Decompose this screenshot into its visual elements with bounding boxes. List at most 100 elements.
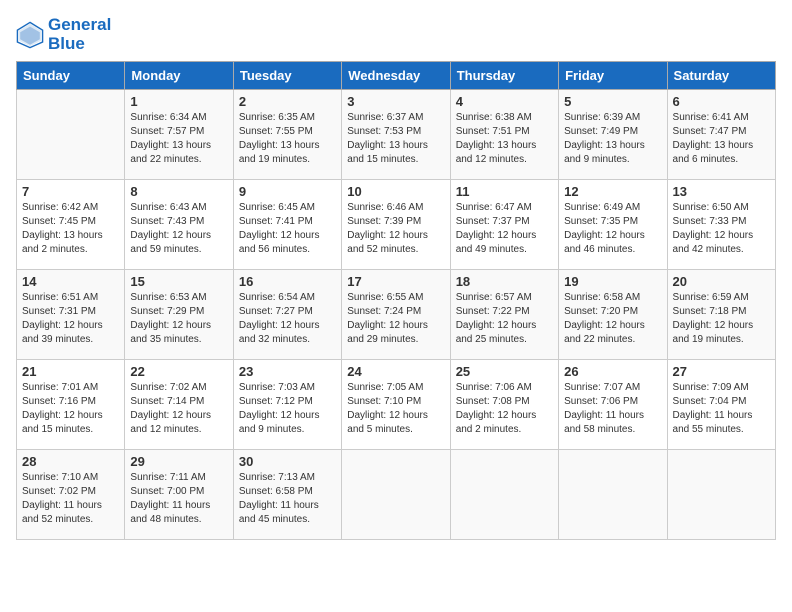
calendar-cell: 25 Sunrise: 7:06 AMSunset: 7:08 PMDaylig… <box>450 360 558 450</box>
day-info: Sunrise: 6:49 AMSunset: 7:35 PMDaylight:… <box>564 201 661 257</box>
day-number: 28 <box>22 454 119 469</box>
day-info: Sunrise: 6:37 AMSunset: 7:53 PMDaylight:… <box>347 111 444 167</box>
day-info: Sunrise: 6:35 AMSunset: 7:55 PMDaylight:… <box>239 111 336 167</box>
day-info: Sunrise: 6:54 AMSunset: 7:27 PMDaylight:… <box>239 291 336 347</box>
logo-text: General Blue <box>48 16 111 53</box>
calendar-cell: 17 Sunrise: 6:55 AMSunset: 7:24 PMDaylig… <box>342 270 450 360</box>
calendar-cell: 3 Sunrise: 6:37 AMSunset: 7:53 PMDayligh… <box>342 90 450 180</box>
day-number: 12 <box>564 184 661 199</box>
week-row-1: 1 Sunrise: 6:34 AMSunset: 7:57 PMDayligh… <box>17 90 776 180</box>
day-info: Sunrise: 7:11 AMSunset: 7:00 PMDaylight:… <box>130 471 227 527</box>
calendar-cell: 4 Sunrise: 6:38 AMSunset: 7:51 PMDayligh… <box>450 90 558 180</box>
day-info: Sunrise: 6:34 AMSunset: 7:57 PMDaylight:… <box>130 111 227 167</box>
calendar-cell <box>450 450 558 540</box>
calendar-cell: 6 Sunrise: 6:41 AMSunset: 7:47 PMDayligh… <box>667 90 775 180</box>
calendar-cell: 11 Sunrise: 6:47 AMSunset: 7:37 PMDaylig… <box>450 180 558 270</box>
calendar-cell: 1 Sunrise: 6:34 AMSunset: 7:57 PMDayligh… <box>125 90 233 180</box>
calendar-cell: 22 Sunrise: 7:02 AMSunset: 7:14 PMDaylig… <box>125 360 233 450</box>
day-number: 27 <box>673 364 770 379</box>
day-number: 20 <box>673 274 770 289</box>
day-info: Sunrise: 6:43 AMSunset: 7:43 PMDaylight:… <box>130 201 227 257</box>
calendar-cell: 14 Sunrise: 6:51 AMSunset: 7:31 PMDaylig… <box>17 270 125 360</box>
calendar-cell: 24 Sunrise: 7:05 AMSunset: 7:10 PMDaylig… <box>342 360 450 450</box>
day-info: Sunrise: 7:03 AMSunset: 7:12 PMDaylight:… <box>239 381 336 437</box>
calendar-cell: 19 Sunrise: 6:58 AMSunset: 7:20 PMDaylig… <box>559 270 667 360</box>
calendar-cell: 12 Sunrise: 6:49 AMSunset: 7:35 PMDaylig… <box>559 180 667 270</box>
week-row-4: 21 Sunrise: 7:01 AMSunset: 7:16 PMDaylig… <box>17 360 776 450</box>
day-number: 7 <box>22 184 119 199</box>
calendar-cell <box>667 450 775 540</box>
day-number: 23 <box>239 364 336 379</box>
day-info: Sunrise: 6:58 AMSunset: 7:20 PMDaylight:… <box>564 291 661 347</box>
day-number: 24 <box>347 364 444 379</box>
calendar-cell: 13 Sunrise: 6:50 AMSunset: 7:33 PMDaylig… <box>667 180 775 270</box>
calendar-cell: 10 Sunrise: 6:46 AMSunset: 7:39 PMDaylig… <box>342 180 450 270</box>
calendar-cell: 7 Sunrise: 6:42 AMSunset: 7:45 PMDayligh… <box>17 180 125 270</box>
day-number: 6 <box>673 94 770 109</box>
day-number: 15 <box>130 274 227 289</box>
calendar-cell: 28 Sunrise: 7:10 AMSunset: 7:02 PMDaylig… <box>17 450 125 540</box>
day-number: 22 <box>130 364 227 379</box>
day-header-tuesday: Tuesday <box>233 62 341 90</box>
week-row-5: 28 Sunrise: 7:10 AMSunset: 7:02 PMDaylig… <box>17 450 776 540</box>
day-info: Sunrise: 7:09 AMSunset: 7:04 PMDaylight:… <box>673 381 770 437</box>
day-number: 16 <box>239 274 336 289</box>
day-number: 8 <box>130 184 227 199</box>
day-info: Sunrise: 7:13 AMSunset: 6:58 PMDaylight:… <box>239 471 336 527</box>
day-number: 21 <box>22 364 119 379</box>
day-number: 26 <box>564 364 661 379</box>
day-number: 4 <box>456 94 553 109</box>
day-info: Sunrise: 6:55 AMSunset: 7:24 PMDaylight:… <box>347 291 444 347</box>
day-header-friday: Friday <box>559 62 667 90</box>
day-header-saturday: Saturday <box>667 62 775 90</box>
day-header-thursday: Thursday <box>450 62 558 90</box>
calendar-cell: 18 Sunrise: 6:57 AMSunset: 7:22 PMDaylig… <box>450 270 558 360</box>
day-number: 1 <box>130 94 227 109</box>
day-info: Sunrise: 6:42 AMSunset: 7:45 PMDaylight:… <box>22 201 119 257</box>
header-row: SundayMondayTuesdayWednesdayThursdayFrid… <box>17 62 776 90</box>
page-header: General Blue <box>16 16 776 53</box>
calendar-cell: 5 Sunrise: 6:39 AMSunset: 7:49 PMDayligh… <box>559 90 667 180</box>
day-info: Sunrise: 7:06 AMSunset: 7:08 PMDaylight:… <box>456 381 553 437</box>
day-number: 29 <box>130 454 227 469</box>
calendar-cell: 23 Sunrise: 7:03 AMSunset: 7:12 PMDaylig… <box>233 360 341 450</box>
day-number: 9 <box>239 184 336 199</box>
calendar-cell: 26 Sunrise: 7:07 AMSunset: 7:06 PMDaylig… <box>559 360 667 450</box>
day-number: 3 <box>347 94 444 109</box>
day-info: Sunrise: 7:10 AMSunset: 7:02 PMDaylight:… <box>22 471 119 527</box>
day-number: 17 <box>347 274 444 289</box>
day-header-sunday: Sunday <box>17 62 125 90</box>
calendar-table: SundayMondayTuesdayWednesdayThursdayFrid… <box>16 61 776 540</box>
day-info: Sunrise: 6:51 AMSunset: 7:31 PMDaylight:… <box>22 291 119 347</box>
day-number: 30 <box>239 454 336 469</box>
calendar-cell: 20 Sunrise: 6:59 AMSunset: 7:18 PMDaylig… <box>667 270 775 360</box>
day-number: 10 <box>347 184 444 199</box>
day-number: 14 <box>22 274 119 289</box>
calendar-cell: 16 Sunrise: 6:54 AMSunset: 7:27 PMDaylig… <box>233 270 341 360</box>
calendar-cell: 21 Sunrise: 7:01 AMSunset: 7:16 PMDaylig… <box>17 360 125 450</box>
day-header-monday: Monday <box>125 62 233 90</box>
calendar-cell: 9 Sunrise: 6:45 AMSunset: 7:41 PMDayligh… <box>233 180 341 270</box>
calendar-cell <box>17 90 125 180</box>
calendar-cell: 30 Sunrise: 7:13 AMSunset: 6:58 PMDaylig… <box>233 450 341 540</box>
day-number: 11 <box>456 184 553 199</box>
calendar-cell: 27 Sunrise: 7:09 AMSunset: 7:04 PMDaylig… <box>667 360 775 450</box>
day-info: Sunrise: 6:45 AMSunset: 7:41 PMDaylight:… <box>239 201 336 257</box>
day-info: Sunrise: 6:46 AMSunset: 7:39 PMDaylight:… <box>347 201 444 257</box>
day-info: Sunrise: 6:53 AMSunset: 7:29 PMDaylight:… <box>130 291 227 347</box>
calendar-cell: 15 Sunrise: 6:53 AMSunset: 7:29 PMDaylig… <box>125 270 233 360</box>
day-info: Sunrise: 6:41 AMSunset: 7:47 PMDaylight:… <box>673 111 770 167</box>
day-number: 25 <box>456 364 553 379</box>
day-number: 13 <box>673 184 770 199</box>
calendar-cell <box>342 450 450 540</box>
day-info: Sunrise: 6:39 AMSunset: 7:49 PMDaylight:… <box>564 111 661 167</box>
week-row-3: 14 Sunrise: 6:51 AMSunset: 7:31 PMDaylig… <box>17 270 776 360</box>
day-number: 2 <box>239 94 336 109</box>
calendar-cell: 2 Sunrise: 6:35 AMSunset: 7:55 PMDayligh… <box>233 90 341 180</box>
day-info: Sunrise: 7:02 AMSunset: 7:14 PMDaylight:… <box>130 381 227 437</box>
day-info: Sunrise: 6:50 AMSunset: 7:33 PMDaylight:… <box>673 201 770 257</box>
week-row-2: 7 Sunrise: 6:42 AMSunset: 7:45 PMDayligh… <box>17 180 776 270</box>
day-number: 19 <box>564 274 661 289</box>
calendar-cell <box>559 450 667 540</box>
day-info: Sunrise: 7:05 AMSunset: 7:10 PMDaylight:… <box>347 381 444 437</box>
